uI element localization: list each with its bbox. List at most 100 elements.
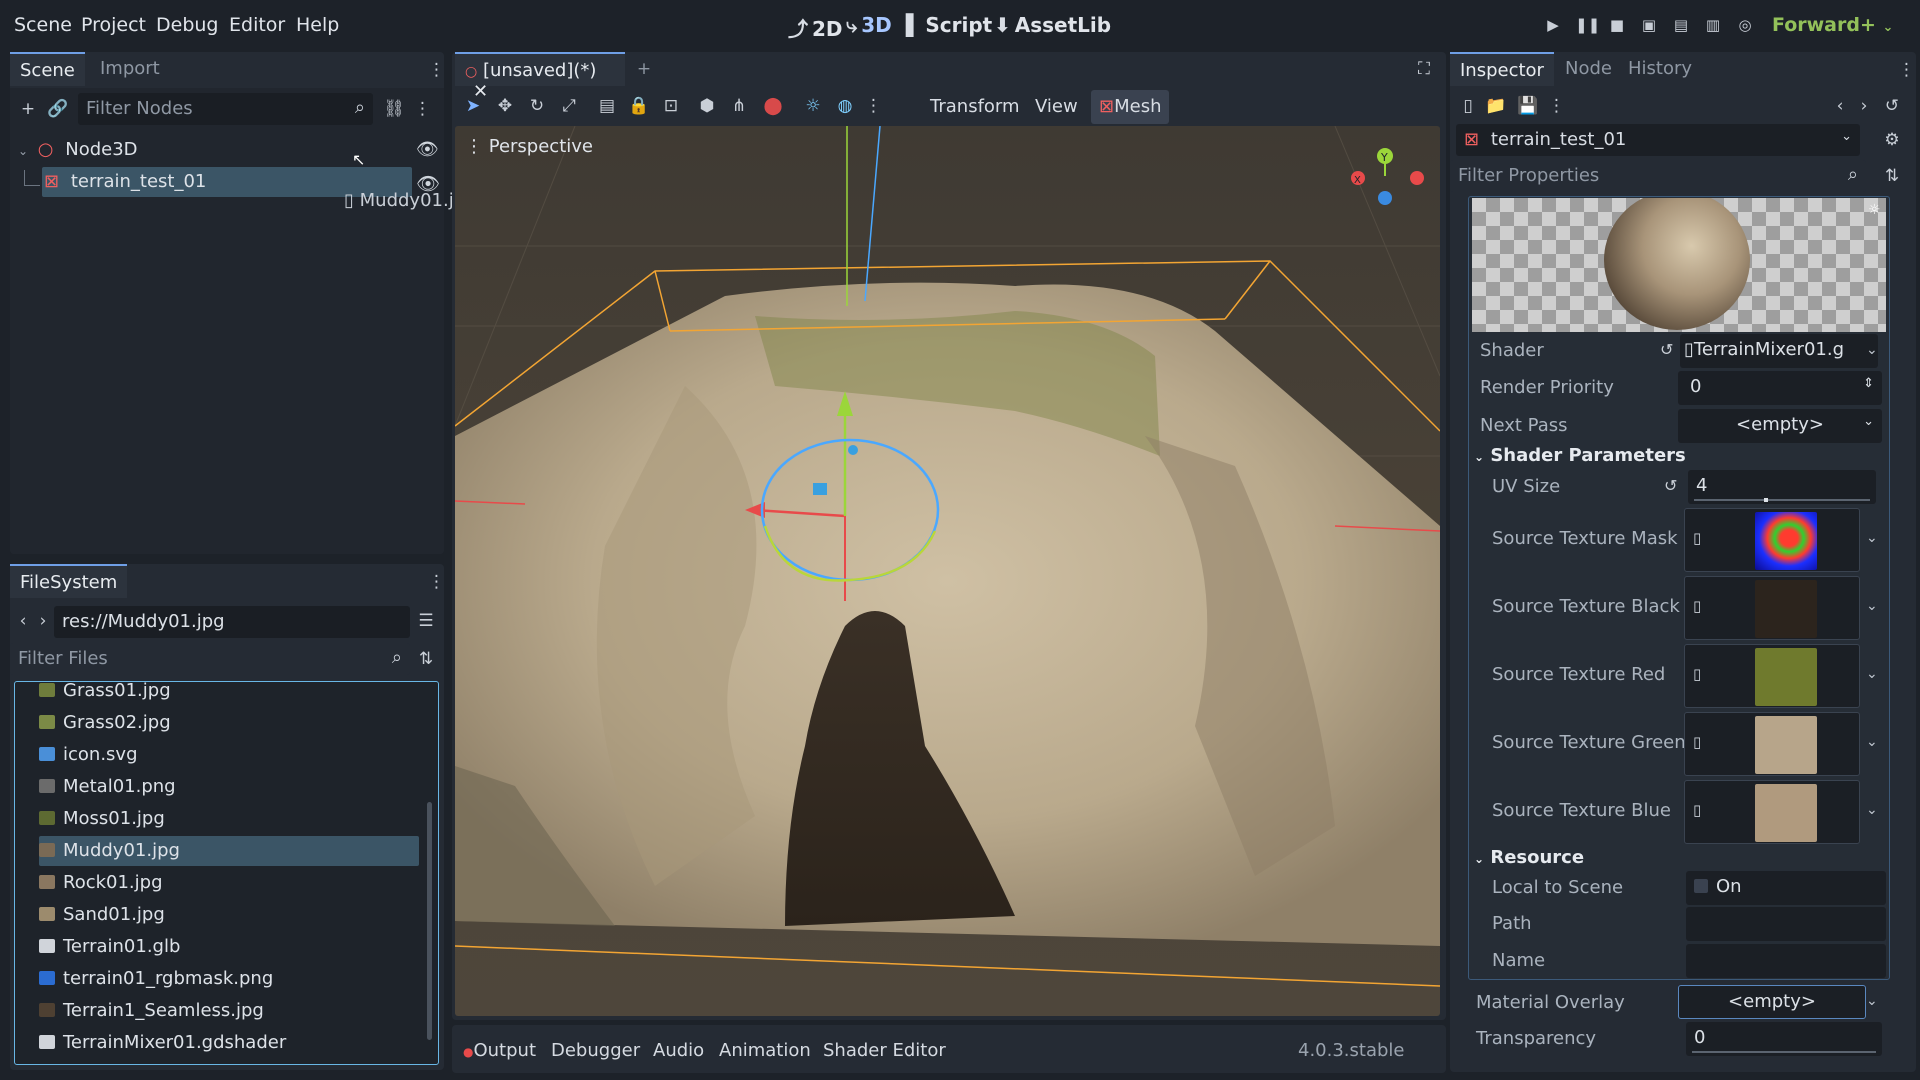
open-folder-icon[interactable]: 📁 bbox=[1484, 94, 1508, 118]
camera-preview-icon[interactable]: ⬤ bbox=[761, 94, 785, 118]
local-to-scene-checkbox[interactable]: On bbox=[1686, 871, 1886, 905]
scene-tab[interactable]: ○ [unsaved](*) ✕ bbox=[455, 52, 625, 102]
chevron-down-icon[interactable]: ⌄ bbox=[1866, 342, 1878, 358]
chevron-down-icon[interactable]: ⌄ bbox=[1866, 666, 1878, 682]
forward-arrow-icon[interactable]: › bbox=[34, 609, 52, 633]
local-space-icon[interactable]: ⬢ bbox=[695, 94, 719, 118]
scrollbar[interactable] bbox=[427, 802, 432, 1040]
texture-slot[interactable]: ▯ bbox=[1684, 780, 1860, 844]
slider-grabber[interactable] bbox=[1764, 498, 1768, 502]
file-item[interactable]: TerrainMixer01.gdshader bbox=[39, 1028, 286, 1058]
forward-arrow-icon[interactable]: › bbox=[1852, 94, 1876, 118]
sort-icon[interactable]: ⇅ bbox=[1880, 164, 1904, 188]
new-resource-icon[interactable]: ▯ bbox=[1456, 94, 1480, 118]
view-menu[interactable]: View bbox=[1035, 96, 1078, 117]
material-overlay-value[interactable]: <empty> bbox=[1678, 985, 1866, 1019]
render-priority-spinbox[interactable]: 0 ⇕ bbox=[1678, 371, 1882, 405]
renderer-select[interactable]: Forward+ ⌄ bbox=[1772, 14, 1893, 36]
add-node-icon[interactable]: + bbox=[16, 97, 40, 121]
group-icon[interactable]: ⊡ bbox=[659, 94, 683, 118]
scene-menu-icon[interactable]: ⋮ bbox=[414, 97, 431, 121]
file-item[interactable]: Rock01.jpg bbox=[39, 868, 163, 898]
tab-history[interactable]: History bbox=[1618, 52, 1702, 86]
sort-icon[interactable]: ⇅ bbox=[414, 647, 438, 671]
3d-viewport[interactable]: Y X ⋮ Perspective bbox=[455, 126, 1440, 1016]
save-icon[interactable]: 💾 bbox=[1516, 94, 1540, 118]
perspective-menu[interactable]: ⋮ Perspective bbox=[465, 136, 593, 157]
sun-preview-icon[interactable]: ☼ bbox=[801, 94, 825, 118]
move-tool-icon[interactable]: ✥ bbox=[493, 94, 517, 118]
history-icon[interactable]: ↺ bbox=[1880, 94, 1904, 118]
lock-icon[interactable]: 🔒 bbox=[627, 94, 651, 118]
remote-debug-icon[interactable]: ▣ bbox=[1639, 16, 1659, 36]
object-properties-icon[interactable]: ⚙ bbox=[1880, 128, 1904, 152]
file-item[interactable]: Metal01.png bbox=[39, 772, 176, 802]
object-selector[interactable]: ⊠ terrain_test_01 ⌄ bbox=[1456, 124, 1860, 156]
pause-icon[interactable]: ❚❚ bbox=[1575, 16, 1600, 36]
tab-shader-editor[interactable]: Shader Editor bbox=[823, 1040, 946, 1061]
more-options-icon[interactable]: ⋮ bbox=[865, 94, 882, 118]
play-scene-icon[interactable]: ▤ bbox=[1671, 16, 1691, 36]
workspace-assetlib[interactable]: ⬇ AssetLib bbox=[994, 13, 1111, 37]
split-mode-icon[interactable]: ☰ bbox=[414, 609, 438, 633]
mesh-menu[interactable]: ⊠Mesh bbox=[1091, 90, 1170, 124]
revert-icon[interactable]: ↺ bbox=[1664, 476, 1677, 495]
revert-icon[interactable]: ↺ bbox=[1660, 340, 1673, 359]
tab-inspector[interactable]: Inspector bbox=[1450, 52, 1554, 86]
filter-nodes-input[interactable]: Filter Nodes ⌕ bbox=[78, 93, 373, 125]
dock-menu-icon[interactable]: ⋮ bbox=[428, 570, 445, 594]
menu-help[interactable]: Help bbox=[296, 14, 339, 36]
distraction-free-icon[interactable]: ⛶ bbox=[1412, 57, 1436, 81]
menu-project[interactable]: Project bbox=[81, 14, 146, 36]
list-select-icon[interactable]: ▤ bbox=[595, 94, 619, 118]
file-item[interactable]: terrain01_rgbmask.png bbox=[39, 964, 273, 994]
visibility-eye-icon[interactable]: 👁 bbox=[416, 135, 439, 165]
filter-properties-input[interactable]: Filter Properties ⌕ bbox=[1450, 160, 1866, 192]
file-item[interactable]: Grass01.jpg bbox=[39, 682, 171, 706]
file-item[interactable]: Terrain01.glb bbox=[39, 932, 180, 962]
texture-slot[interactable]: ▯ bbox=[1684, 576, 1860, 640]
light-toggle-icon[interactable]: ☼ bbox=[1868, 202, 1881, 218]
filter-files-input[interactable]: Filter Files ⌕ bbox=[10, 643, 410, 675]
chevron-down-icon[interactable]: ⌄ bbox=[1866, 993, 1878, 1009]
resource-section[interactable]: ⌄ Resource bbox=[1474, 847, 1584, 868]
file-item[interactable]: Terrain1_Seamless.jpg bbox=[39, 996, 264, 1026]
tab-output[interactable]: ●Output bbox=[463, 1040, 536, 1061]
shader-parameters-section[interactable]: ⌄ Shader Parameters bbox=[1474, 445, 1686, 466]
path-field[interactable] bbox=[1686, 907, 1886, 941]
menu-editor[interactable]: Editor bbox=[229, 14, 285, 36]
file-item[interactable]: icon.svg bbox=[39, 740, 138, 770]
name-field[interactable] bbox=[1686, 944, 1886, 978]
play-custom-icon[interactable]: ▥ bbox=[1703, 16, 1723, 36]
tab-node[interactable]: Node bbox=[1555, 52, 1622, 86]
dock-menu-icon[interactable]: ⋮ bbox=[1898, 58, 1915, 82]
environment-preview-icon[interactable]: ◍ bbox=[833, 94, 857, 118]
tab-debugger[interactable]: Debugger bbox=[551, 1040, 640, 1061]
file-item[interactable]: Sand01.jpg bbox=[39, 900, 165, 930]
play-icon[interactable]: ▶ bbox=[1543, 16, 1563, 36]
chevron-down-icon[interactable]: ⌄ bbox=[1866, 530, 1878, 546]
rotate-tool-icon[interactable]: ↻ bbox=[525, 94, 549, 118]
tab-import[interactable]: Import bbox=[90, 52, 170, 86]
transparency-slider[interactable]: 0 bbox=[1686, 1022, 1882, 1056]
select-tool-icon[interactable]: ➤ bbox=[461, 94, 485, 118]
workspace-script[interactable]: ▌ Script bbox=[906, 13, 992, 37]
texture-slot[interactable]: ▯ bbox=[1684, 508, 1860, 572]
file-list[interactable]: Grass01.jpg Grass02.jpg icon.svg Metal01.pn… bbox=[14, 681, 439, 1065]
link-icon[interactable]: 🔗 bbox=[46, 97, 70, 121]
uv-size-slider[interactable]: 4 bbox=[1688, 470, 1876, 504]
chevron-down-icon[interactable]: ⌄ bbox=[1866, 734, 1878, 750]
file-item[interactable]: Moss01.jpg bbox=[39, 804, 165, 834]
texture-slot[interactable]: ▯ bbox=[1684, 712, 1860, 776]
menu-debug[interactable]: Debug bbox=[156, 14, 218, 36]
stop-icon[interactable]: ■ bbox=[1607, 16, 1627, 36]
workspace-3d[interactable]: ⤷ 3D bbox=[846, 13, 892, 37]
snap-icon[interactable]: ⋔ bbox=[727, 94, 751, 118]
add-tab-icon[interactable]: + bbox=[632, 57, 656, 81]
path-field[interactable]: res://Muddy01.jpg bbox=[54, 606, 410, 638]
dock-menu-icon[interactable]: ⋮ bbox=[428, 58, 445, 82]
workspace-2d[interactable]: ⤴ 2D bbox=[788, 13, 843, 42]
inspector-menu-icon[interactable]: ⋮ bbox=[1548, 94, 1565, 118]
next-pass-value[interactable]: <empty> ⌄ bbox=[1678, 409, 1882, 443]
file-item[interactable]: Grass02.jpg bbox=[39, 708, 171, 738]
